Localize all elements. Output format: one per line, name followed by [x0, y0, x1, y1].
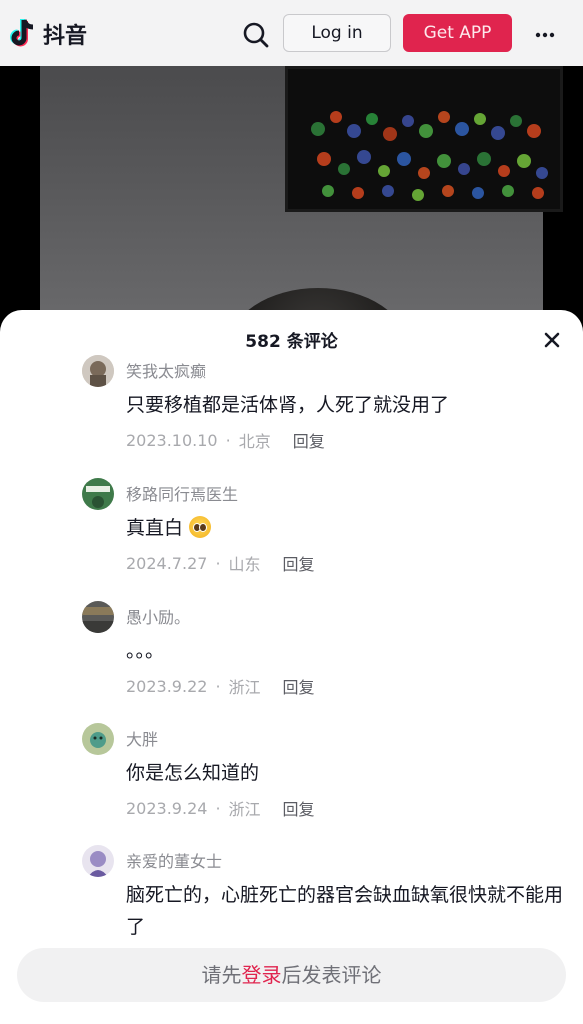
comment-location: 北京	[238, 432, 271, 451]
reply-button[interactable]: 回复	[293, 428, 325, 452]
comment-meta: 2023.10.10 · 北京 回复	[126, 428, 325, 452]
close-button[interactable]	[542, 330, 562, 350]
comment-text: 。。。	[126, 640, 165, 662]
comment-meta: 2023.9.24 · 浙江 回复	[126, 796, 315, 820]
avatar[interactable]	[82, 478, 114, 510]
app-name: 抖音	[43, 24, 88, 49]
comment-text: 真直白	[126, 512, 566, 544]
comment-date: 2023.10.10	[126, 430, 218, 450]
comment-meta: 2024.7.27 · 山东 回复	[126, 551, 315, 575]
avatar[interactable]	[82, 355, 114, 387]
comment-username[interactable]: 笑我太疯癫	[126, 358, 206, 382]
comment-date: 2023.9.22	[126, 676, 208, 696]
comment-username[interactable]: 亲爱的董女士	[126, 848, 222, 872]
comment-username[interactable]: 移路同行焉医生	[126, 481, 238, 505]
separator-dot: ·	[215, 676, 221, 696]
comments-count-title: 582 条评论	[245, 332, 338, 352]
search-button[interactable]	[241, 20, 271, 50]
douyin-logo[interactable]: 抖音	[8, 17, 87, 51]
avatar[interactable]	[82, 845, 114, 877]
reply-button[interactable]: 回复	[283, 674, 315, 698]
separator-dot: ·	[225, 430, 231, 450]
get-app-button[interactable]: Get APP	[403, 14, 512, 52]
top-bar: 抖音 Log in Get APP	[0, 0, 583, 66]
comment-location: 浙江	[228, 678, 261, 697]
reply-button[interactable]: 回复	[283, 551, 315, 575]
wall-poster-image	[285, 66, 563, 212]
pleading-face-emoji-icon	[189, 516, 212, 538]
comment-location: 浙江	[228, 800, 261, 819]
avatar[interactable]	[82, 723, 114, 755]
separator-dot: ·	[215, 553, 221, 573]
login-button[interactable]: Log in	[283, 14, 391, 52]
comment-text-content: 真直白	[126, 517, 184, 539]
comment-location: 山东	[228, 555, 261, 574]
more-button[interactable]	[530, 24, 560, 44]
comment-text: 只要移植都是活体肾，人死了就没用了	[126, 394, 450, 416]
video-player[interactable]	[0, 66, 583, 326]
douyin-logo-icon	[10, 19, 34, 47]
more-dots-icon	[535, 32, 555, 38]
reply-button[interactable]: 回复	[283, 796, 315, 820]
comment-text: 你是怎么知道的	[126, 762, 260, 784]
close-icon	[544, 332, 560, 348]
search-icon	[243, 22, 269, 48]
login-link[interactable]: 登录	[242, 963, 282, 987]
comment-meta: 2023.9.22 · 浙江 回复	[126, 674, 315, 698]
comment-text: 脑死亡的，心脏死亡的器官会缺血缺氧很快就不能用了	[126, 884, 564, 938]
comment-input-suffix: 后发表评论	[281, 963, 382, 987]
video-frame	[40, 66, 563, 326]
comment-username[interactable]: 大胖	[126, 726, 158, 750]
separator-dot: ·	[215, 798, 221, 818]
comment-date: 2023.9.24	[126, 798, 208, 818]
comment-username[interactable]: 愚小励。	[126, 604, 190, 628]
comments-panel: 582 条评论 笑我太疯癫 只要移植都是活体肾，人死了就没用了 2023.10.…	[0, 310, 583, 1024]
avatar[interactable]	[82, 601, 114, 633]
comment-input-prefix: 请先	[201, 963, 242, 987]
comment-date: 2024.7.27	[126, 553, 208, 573]
comment-login-input[interactable]: 请先登录后发表评论	[17, 948, 566, 1002]
